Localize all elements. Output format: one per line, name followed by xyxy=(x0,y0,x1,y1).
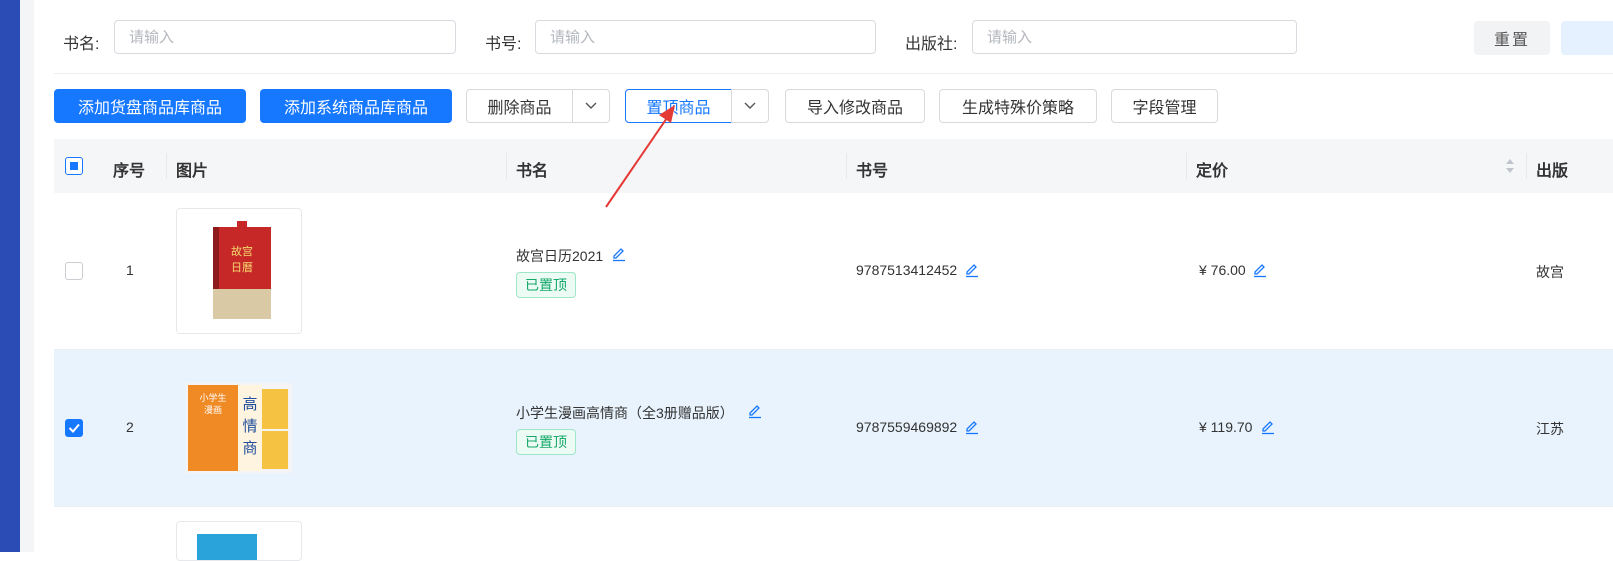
pin-dropdown-toggle[interactable] xyxy=(731,89,769,123)
isbn-input[interactable] xyxy=(535,20,876,54)
column-separator xyxy=(1526,153,1527,179)
search-button[interactable] xyxy=(1561,21,1613,55)
header-publisher: 出版 xyxy=(1536,163,1569,180)
svg-text:高: 高 xyxy=(242,395,257,413)
book-name-label: 书名: xyxy=(63,36,100,53)
book-title: 小学生漫画高情商（全3册赠品版） xyxy=(516,405,734,421)
edit-icon[interactable] xyxy=(964,262,980,278)
special-price-strategy-button[interactable]: 生成特殊价策略 xyxy=(939,89,1097,123)
filter-divider xyxy=(54,73,1613,74)
header-index: 序号 xyxy=(113,163,146,180)
column-separator xyxy=(166,153,167,179)
add-stock-product-button[interactable]: 添加货盘商品库商品 xyxy=(54,89,246,123)
delete-product-button[interactable]: 删除商品 xyxy=(466,89,573,123)
svg-text:商: 商 xyxy=(242,439,257,457)
book-cover-image: 故宫 日曆 xyxy=(176,208,302,334)
page-gutter xyxy=(20,0,34,552)
pinned-badge: 已置顶 xyxy=(516,272,576,298)
svg-text:故宫: 故宫 xyxy=(231,244,253,258)
header-title: 书名 xyxy=(516,163,549,180)
row-checkbox[interactable] xyxy=(65,419,83,437)
publisher-value: 江苏 xyxy=(1536,421,1564,437)
isbn-value: 9787559469892 xyxy=(856,419,958,435)
svg-text:日曆: 日曆 xyxy=(231,261,253,274)
add-system-product-button[interactable]: 添加系统商品库商品 xyxy=(260,89,452,123)
field-management-button[interactable]: 字段管理 xyxy=(1111,89,1218,123)
publisher-value: 故宫 xyxy=(1536,264,1564,280)
publisher-label: 出版社: xyxy=(905,36,958,53)
select-all-checkbox[interactable] xyxy=(65,157,83,175)
edit-icon[interactable] xyxy=(1260,419,1276,435)
column-separator xyxy=(506,153,507,179)
header-isbn: 书号 xyxy=(856,163,889,180)
edit-icon[interactable] xyxy=(747,403,763,419)
row-index: 1 xyxy=(126,262,134,278)
header-price[interactable]: 定价 xyxy=(1196,157,1228,181)
reset-button[interactable]: 重置 xyxy=(1474,21,1550,55)
book-name-input[interactable] xyxy=(114,20,456,54)
edit-icon[interactable] xyxy=(611,246,627,262)
import-modify-button[interactable]: 导入修改商品 xyxy=(785,89,925,123)
book-cover-image xyxy=(176,521,302,561)
sort-icon[interactable] xyxy=(1505,158,1515,174)
column-separator xyxy=(846,153,847,179)
row-index: 2 xyxy=(126,419,134,435)
column-separator xyxy=(1186,153,1187,179)
header-image: 图片 xyxy=(176,163,209,180)
row-checkbox[interactable] xyxy=(65,262,83,280)
book-cover-image: 小学生 漫画 高 情 商 xyxy=(176,365,302,491)
isbn-value: 9787513412452 xyxy=(856,262,958,278)
side-nav-rail xyxy=(0,0,20,552)
svg-text:漫画: 漫画 xyxy=(204,404,222,416)
table-header xyxy=(54,139,1613,193)
isbn-label: 书号: xyxy=(485,36,522,53)
svg-text:情: 情 xyxy=(242,417,257,435)
publisher-input[interactable] xyxy=(972,20,1297,54)
annotation-arrow xyxy=(605,105,675,208)
book-title: 故宫日历2021 xyxy=(516,248,604,264)
svg-text:小学生: 小学生 xyxy=(199,392,226,404)
edit-icon[interactable] xyxy=(1252,262,1268,278)
pinned-badge: 已置顶 xyxy=(516,429,576,455)
check-icon xyxy=(68,423,80,433)
chevron-down-icon xyxy=(744,102,756,109)
price-value: ¥ 76.00 xyxy=(1199,262,1246,278)
price-value: ¥ 119.70 xyxy=(1199,419,1253,435)
edit-icon[interactable] xyxy=(964,419,980,435)
